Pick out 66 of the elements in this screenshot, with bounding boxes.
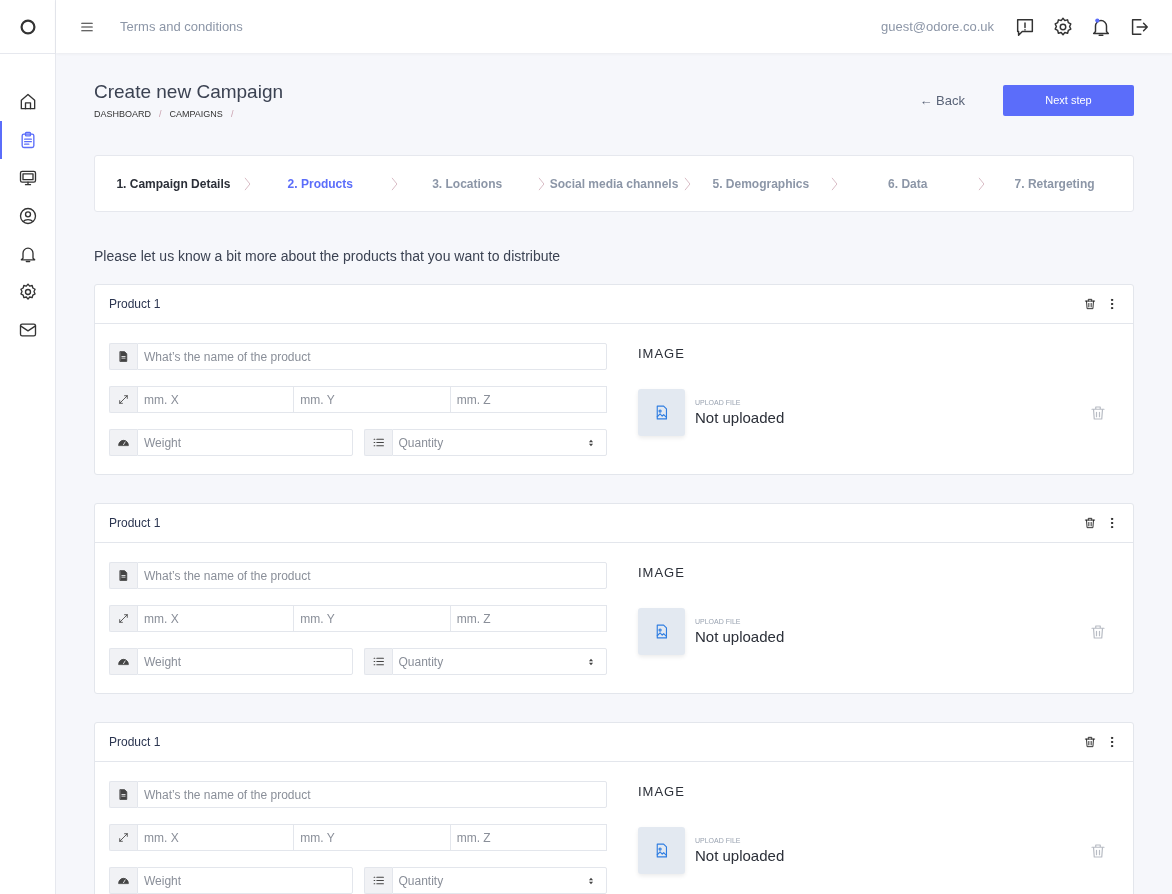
page-title: Create new Campaign bbox=[94, 81, 284, 103]
step-tab[interactable]: 1. Campaign Details bbox=[107, 176, 240, 191]
quantity-select[interactable]: Quantity bbox=[391, 429, 607, 456]
section-label: IMAGE bbox=[638, 784, 686, 799]
section-label: IMAGE bbox=[638, 346, 686, 361]
step-tab[interactable]: 2. Products bbox=[253, 176, 387, 191]
input-field[interactable]: Weight bbox=[137, 429, 353, 456]
input-field[interactable]: mm. X bbox=[137, 605, 295, 632]
breadcrumb-link[interactable]: DASHBOARD bbox=[94, 109, 151, 119]
select-caret-icon bbox=[586, 875, 596, 886]
list-icon bbox=[371, 655, 385, 668]
trash-icon[interactable] bbox=[1083, 735, 1097, 749]
next-step-button[interactable]: Next step bbox=[1003, 84, 1134, 116]
upload-thumbnail[interactable] bbox=[638, 389, 685, 436]
expand-arrows-icon bbox=[117, 612, 130, 625]
terms-link[interactable]: Terms and conditions bbox=[120, 19, 243, 34]
input-field[interactable]: mm. Y bbox=[294, 824, 451, 851]
monitor-icon bbox=[17, 168, 38, 188]
section-label: IMAGE bbox=[638, 565, 686, 580]
user-icon bbox=[17, 206, 38, 226]
input-field[interactable]: Weight bbox=[137, 867, 353, 894]
card-title: Product 1 bbox=[109, 297, 161, 311]
step-tab[interactable]: Social media channels bbox=[547, 176, 681, 191]
quantity-select[interactable]: Quantity bbox=[391, 867, 607, 894]
trash-icon[interactable] bbox=[1083, 516, 1097, 530]
upload-thumbnail[interactable] bbox=[638, 827, 685, 874]
upload-status: Not uploaded bbox=[695, 409, 785, 426]
input-field[interactable]: mm. Y bbox=[294, 605, 451, 632]
input-field[interactable]: mm. Z bbox=[450, 824, 607, 851]
document-icon bbox=[117, 350, 130, 363]
input-field[interactable]: What’s the name of the product bbox=[137, 343, 607, 370]
expand-arrows-icon bbox=[117, 831, 130, 844]
list-icon bbox=[371, 436, 385, 449]
input-field[interactable]: What’s the name of the product bbox=[137, 562, 607, 589]
breadcrumb-separator: / bbox=[230, 109, 234, 119]
input-field[interactable]: What’s the name of the product bbox=[137, 781, 607, 808]
document-icon bbox=[117, 788, 130, 801]
input-field[interactable]: mm. Z bbox=[450, 605, 607, 632]
breadcrumb-link[interactable]: CAMPAIGNS bbox=[169, 109, 223, 119]
document-icon bbox=[117, 569, 130, 582]
input-field[interactable]: mm. X bbox=[137, 824, 295, 851]
select-caret-icon bbox=[586, 437, 596, 448]
card-title: Product 1 bbox=[109, 516, 161, 530]
upload-status: Not uploaded bbox=[695, 628, 785, 645]
trash-icon[interactable] bbox=[1083, 297, 1097, 311]
input-field[interactable]: mm. Y bbox=[294, 386, 451, 413]
settings-icon bbox=[17, 282, 38, 302]
step-tab[interactable]: 3. Locations bbox=[400, 176, 534, 191]
intro-text: Please let us know a bit more about the products that you want to distribute bbox=[94, 248, 562, 264]
card-title: Product 1 bbox=[109, 735, 161, 749]
breadcrumb-separator: / bbox=[159, 109, 162, 119]
input-field[interactable]: Weight bbox=[137, 648, 353, 675]
back-button[interactable]: ← Back bbox=[917, 86, 967, 114]
select-caret-icon bbox=[586, 656, 596, 667]
quantity-select[interactable]: Quantity bbox=[391, 648, 607, 675]
list-icon bbox=[371, 874, 385, 887]
settings-icon[interactable] bbox=[1052, 15, 1074, 38]
input-field[interactable]: mm. X bbox=[137, 386, 295, 413]
step-tab[interactable]: 5. Demographics bbox=[694, 176, 828, 191]
step-tab[interactable]: 6. Data bbox=[841, 176, 975, 191]
input-field[interactable]: mm. Z bbox=[450, 386, 607, 413]
expand-arrows-icon bbox=[117, 393, 130, 406]
step-tab[interactable]: 7. Retargeting bbox=[988, 176, 1121, 191]
user-email: guest@odore.co.uk bbox=[881, 19, 994, 34]
upload-status: Not uploaded bbox=[695, 847, 785, 864]
upload-thumbnail[interactable] bbox=[638, 608, 685, 655]
